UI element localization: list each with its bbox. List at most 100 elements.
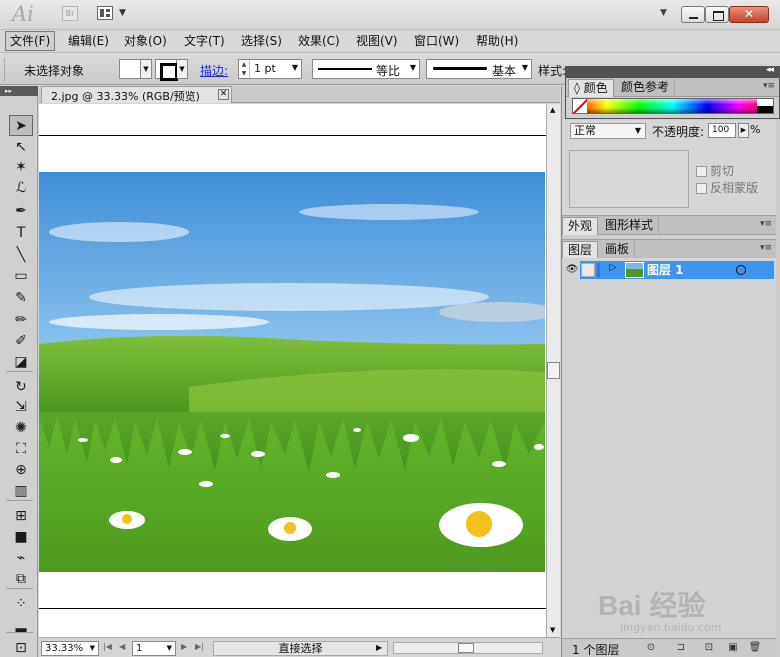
- status-current-tool[interactable]: 直接选择: [213, 641, 388, 656]
- horizontal-scroll-thumb[interactable]: [458, 643, 474, 653]
- color-panel-grip[interactable]: ◂◂: [566, 65, 779, 78]
- invert-mask-option[interactable]: 反相蒙版: [696, 179, 758, 196]
- bridge-button[interactable]: Br: [62, 6, 78, 21]
- eye-icon[interactable]: 👁: [564, 261, 580, 279]
- locate-object-icon[interactable]: ⊙: [644, 642, 658, 655]
- chevron-down-icon[interactable]: ▼: [410, 63, 416, 72]
- panel-menu-icon[interactable]: ▾≡: [760, 243, 772, 253]
- lasso-tool[interactable]: ℒ: [9, 178, 33, 199]
- new-sublayer-icon[interactable]: ⊡: [702, 642, 716, 655]
- rotate-tool[interactable]: ↻: [9, 377, 33, 398]
- layer-name[interactable]: 图层 1: [647, 261, 684, 279]
- workspace-dropdown-icon[interactable]: ▼: [660, 8, 667, 18]
- chevron-down-icon[interactable]: ▼: [167, 642, 172, 655]
- blend-mode-select[interactable]: 正常 ▼: [570, 123, 646, 139]
- blend-tool[interactable]: ⧉: [9, 569, 33, 590]
- free-transform-tool[interactable]: ⛶: [9, 439, 33, 460]
- stroke-dropdown-icon[interactable]: ▼: [177, 59, 188, 79]
- artboard-number-select[interactable]: 1 ▼: [132, 641, 176, 656]
- tab-appearance[interactable]: 外观: [562, 217, 599, 235]
- clip-option[interactable]: 剪切: [696, 162, 734, 179]
- menu-window[interactable]: 窗口(W): [410, 31, 463, 51]
- close-window-button[interactable]: ✕: [729, 6, 769, 23]
- new-layer-icon[interactable]: ▣: [726, 642, 740, 655]
- stroke-weight-stepper[interactable]: ▲ ▼: [239, 60, 250, 78]
- tab-graphic-styles[interactable]: 图形样式: [600, 217, 660, 235]
- chevron-down-icon[interactable]: ▼: [635, 124, 641, 138]
- document-tab[interactable]: 2.jpg @ 33.33% (RGB/预览) ✕: [41, 86, 232, 103]
- layer-row[interactable]: 👁 ▷ 图层 1: [564, 261, 774, 279]
- eyedropper-tool[interactable]: ⌁: [9, 548, 33, 569]
- color-spectrum[interactable]: [572, 98, 774, 114]
- menu-view[interactable]: 视图(V): [352, 31, 402, 51]
- scroll-down-icon[interactable]: ▼: [550, 626, 555, 634]
- vertical-scrollbar[interactable]: ▲ ▼: [546, 104, 560, 637]
- menu-effect[interactable]: 效果(C): [294, 31, 344, 51]
- menu-edit[interactable]: 编辑(E): [64, 31, 113, 51]
- next-artboard-icon[interactable]: ▶: [181, 642, 187, 651]
- fill-swatch[interactable]: [119, 59, 141, 79]
- gradient-tool[interactable]: ■: [9, 527, 33, 548]
- menu-object[interactable]: 对象(O): [120, 31, 171, 51]
- panel-menu-icon[interactable]: ▾≡: [760, 219, 772, 229]
- menu-type[interactable]: 文字(T): [180, 31, 229, 51]
- selection-tool[interactable]: ➤: [9, 115, 33, 136]
- status-menu-icon[interactable]: ▶: [376, 643, 382, 652]
- menu-file[interactable]: 文件(F): [5, 31, 56, 51]
- brush-definition-select[interactable]: 基本 ▼: [426, 59, 532, 79]
- paintbrush-tool[interactable]: ✎: [9, 288, 33, 309]
- previous-artboard-icon[interactable]: ◀: [119, 642, 125, 651]
- fill-dropdown-icon[interactable]: ▼: [141, 59, 152, 79]
- menu-help[interactable]: 帮助(H): [472, 31, 522, 51]
- stroke-weight-field[interactable]: ▲ ▼ 1 pt ▼: [238, 59, 302, 79]
- opacity-slider-toggle[interactable]: ▶: [738, 123, 749, 138]
- first-artboard-icon[interactable]: |◀: [103, 642, 112, 651]
- line-tool[interactable]: ╲: [9, 245, 33, 266]
- tab-artboards[interactable]: 画板: [600, 241, 636, 259]
- menu-select[interactable]: 选择(S): [237, 31, 286, 51]
- scale-tool[interactable]: ⇲: [9, 397, 33, 418]
- blob-brush-tool[interactable]: ✐: [9, 331, 33, 352]
- zoom-value[interactable]: 33.33%: [45, 643, 83, 654]
- warp-tool[interactable]: ✺: [9, 418, 33, 439]
- maximize-button[interactable]: [705, 6, 729, 23]
- arrange-documents-icon[interactable]: [97, 6, 113, 20]
- target-icon[interactable]: [736, 265, 746, 275]
- pencil-tool[interactable]: ✏: [9, 310, 33, 331]
- placed-image-meadow[interactable]: [39, 172, 545, 572]
- pen-tool[interactable]: ✒: [9, 201, 33, 222]
- type-tool[interactable]: T: [9, 223, 33, 244]
- stroke-swatch[interactable]: [155, 59, 178, 81]
- make-clipping-mask-icon[interactable]: ⊐: [674, 642, 688, 655]
- variable-width-profile-select[interactable]: 等比 ▼: [312, 59, 420, 79]
- clip-checkbox[interactable]: [696, 166, 707, 177]
- canvas[interactable]: [39, 104, 546, 637]
- horizontal-scrollbar[interactable]: [393, 642, 543, 654]
- scroll-up-icon[interactable]: ▲: [550, 106, 555, 114]
- minimize-button[interactable]: [681, 6, 705, 23]
- none-swatch[interactable]: [573, 99, 587, 113]
- trash-icon[interactable]: 🗑: [748, 642, 762, 655]
- tab-layers[interactable]: 图层: [562, 241, 599, 259]
- mesh-tool[interactable]: ⊞: [9, 506, 33, 527]
- direct-selection-tool[interactable]: ↖: [9, 137, 33, 158]
- last-artboard-icon[interactable]: ▶|: [195, 642, 204, 651]
- close-tab-icon[interactable]: ✕: [218, 89, 229, 100]
- tab-color-guide[interactable]: 颜色参考: [616, 79, 676, 97]
- rectangle-tool[interactable]: ▭: [9, 266, 33, 287]
- opacity-mask-preview[interactable]: [569, 150, 689, 208]
- graph-tool[interactable]: ▥: [9, 481, 33, 502]
- collapse-panel-icon[interactable]: ◂◂: [766, 65, 774, 75]
- expand-triangle-icon[interactable]: ▷: [609, 262, 617, 273]
- symbol-sprayer-tool[interactable]: ⁘: [9, 594, 33, 615]
- panel-menu-icon[interactable]: ▾≡: [763, 81, 775, 91]
- artboard-tool[interactable]: ⊡: [9, 638, 33, 657]
- zoom-select[interactable]: 33.33% ▼: [41, 641, 99, 656]
- control-bar-grip[interactable]: [4, 59, 8, 81]
- magic-wand-tool[interactable]: ✶: [9, 157, 33, 178]
- arrange-dropdown-icon[interactable]: ▼: [119, 8, 126, 18]
- opacity-input[interactable]: 100: [708, 123, 736, 138]
- invert-mask-checkbox[interactable]: [696, 183, 707, 194]
- chevron-down-icon[interactable]: ▼: [292, 63, 298, 72]
- chevron-down-icon[interactable]: ▼: [90, 642, 95, 655]
